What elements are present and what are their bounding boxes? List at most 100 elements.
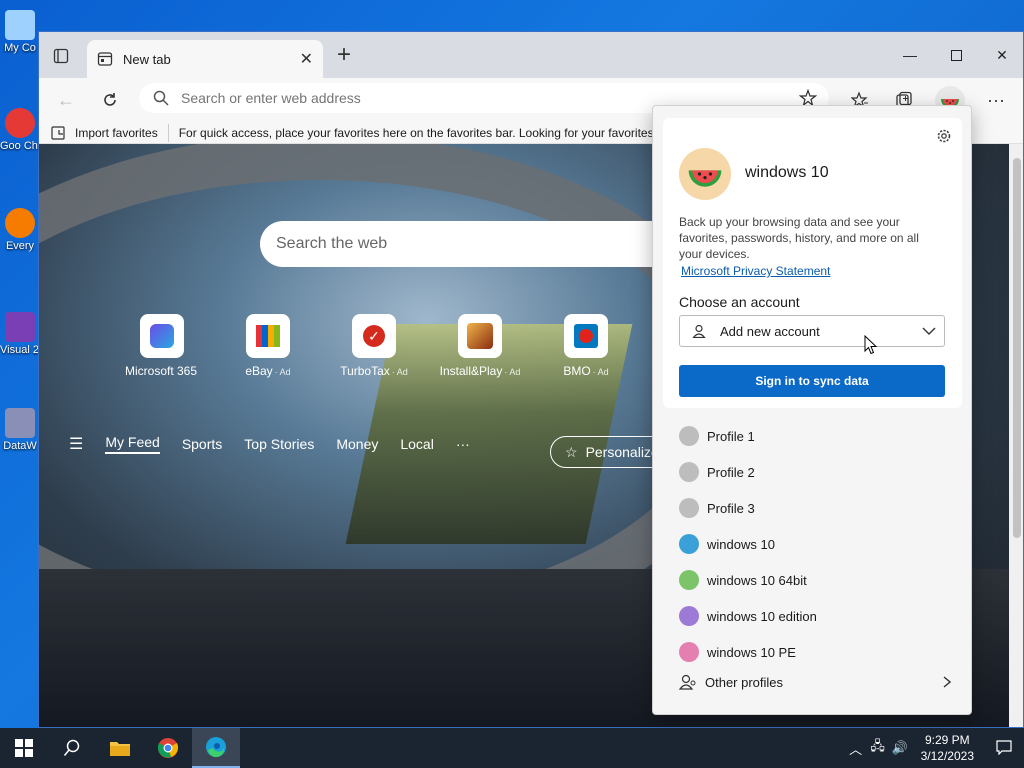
profile-list: Profile 1 Profile 2 Profile 3 windows 10… <box>653 418 971 670</box>
person-icon <box>692 324 706 338</box>
cactus-avatar-icon <box>679 570 699 590</box>
volume-icon[interactable]: 🔊 <box>889 740 911 756</box>
folder-icon <box>110 742 130 756</box>
tab-actions-icon <box>53 48 69 64</box>
desktop-icon-chrome[interactable]: Goo Chr <box>0 108 40 152</box>
search-icon <box>63 739 80 756</box>
personalize-star-icon: ☆ <box>565 443 578 460</box>
feed-tab-my-feed[interactable]: My Feed <box>105 434 160 454</box>
profile-item-windows-10-edition[interactable]: windows 10 edition <box>653 598 971 634</box>
desktop-icon-visual-studio[interactable]: Visual 20 <box>0 312 40 356</box>
choose-account-label: Choose an account <box>679 294 800 310</box>
new-tab-page-icon <box>97 52 113 66</box>
taskbar-chrome[interactable] <box>144 728 192 768</box>
close-window-button[interactable]: ✕ <box>979 40 1023 70</box>
account-select-value: Add new account <box>720 323 820 339</box>
settings-menu-button[interactable]: ··· <box>981 86 1011 114</box>
desktop-icon-datawarrior[interactable]: DataW <box>0 408 40 452</box>
start-button[interactable] <box>0 728 48 768</box>
import-icon <box>51 125 65 140</box>
profile-name: windows 10 <box>745 164 829 181</box>
windows-logo-icon <box>15 739 33 757</box>
feed-tab-local[interactable]: Local <box>400 436 433 452</box>
desktop-icon-my-computer[interactable]: My Co <box>0 10 40 54</box>
profile-flyout: windows 10 Back up your browsing data an… <box>652 105 972 715</box>
feed-more-icon[interactable]: ··· <box>456 436 470 452</box>
profile-item-profile-1[interactable]: Profile 1 <box>653 418 971 454</box>
visual-studio-icon <box>5 312 35 342</box>
default-avatar-icon <box>679 498 699 518</box>
favorites-bar-hint: For quick access, place your favorites h… <box>178 125 661 140</box>
profile-settings-gear-icon[interactable] <box>936 128 952 147</box>
quick-link-microsoft-365[interactable]: Microsoft 365 <box>109 314 215 378</box>
maximize-button[interactable] <box>933 40 979 70</box>
people-icon <box>679 674 696 690</box>
everything-icon <box>5 208 35 238</box>
feed-menu-icon[interactable]: ☰ <box>69 434 83 454</box>
chrome-icon <box>5 108 35 138</box>
sign-in-sync-button[interactable]: Sign in to sync data <box>679 365 945 397</box>
minimize-button[interactable]: — <box>887 40 933 70</box>
default-avatar-icon <box>679 462 699 482</box>
network-icon[interactable]: 🖧 <box>867 737 889 759</box>
back-button[interactable]: ← <box>51 86 81 114</box>
new-tab-button[interactable]: + <box>331 43 357 69</box>
datawarrior-icon <box>5 408 35 438</box>
watermelon-avatar-icon <box>688 170 722 187</box>
tab-actions-button[interactable] <box>49 44 73 68</box>
refresh-icon <box>104 93 116 106</box>
page-scrollbar[interactable] <box>1009 144 1023 727</box>
desktop-icon-everything[interactable]: Every <box>0 208 40 252</box>
quick-link-ebay[interactable]: eBay · Ad <box>215 314 321 378</box>
scrollbar-thumb[interactable] <box>1013 158 1021 538</box>
ebay-bag-icon <box>256 325 280 347</box>
show-hidden-icons-chevron-icon[interactable]: ︿ <box>845 739 867 758</box>
profile-item-profile-3[interactable]: Profile 3 <box>653 490 971 526</box>
feed-tab-top-stories[interactable]: Top Stories <box>244 436 314 452</box>
profile-item-windows-10[interactable]: windows 10 <box>653 526 971 562</box>
notifications-icon[interactable] <box>984 739 1024 758</box>
address-input[interactable] <box>181 90 781 106</box>
close-tab-icon[interactable]: ✕ <box>300 49 313 69</box>
feed-tab-money[interactable]: Money <box>336 436 378 452</box>
profile-card: windows 10 Back up your browsing data an… <box>663 118 962 408</box>
profile-item-profile-2[interactable]: Profile 2 <box>653 454 971 490</box>
edge-icon <box>206 737 226 758</box>
tab-title: New tab <box>123 51 171 67</box>
privacy-statement-link[interactable]: Microsoft Privacy Statement <box>681 264 830 278</box>
other-profiles-button[interactable]: Other profiles <box>679 674 951 690</box>
clock-time: 9:29 PM <box>924 733 970 747</box>
account-select[interactable]: Add new account <box>679 315 945 347</box>
chevron-right-icon <box>943 676 951 688</box>
import-favorites-button[interactable]: Import favorites <box>39 123 169 142</box>
import-favorites-label: Import favorites <box>75 125 158 140</box>
quick-links: Microsoft 365 eBay · Ad ✓ TurboTax · Ad In… <box>109 314 639 378</box>
refresh-button[interactable] <box>95 86 125 114</box>
quick-link-bmo[interactable]: BMO · Ad <box>533 314 639 378</box>
profile-item-windows-10-pe[interactable]: windows 10 PE <box>653 634 971 670</box>
web-search-placeholder: Search the web <box>276 235 388 252</box>
title-bar: New tab ✕ + — ✕ <box>39 32 1023 78</box>
taskbar-edge[interactable] <box>192 728 240 768</box>
taskbar: ︿ 🖧 🔊 9:29 PM 3/12/2023 <box>0 728 1024 768</box>
profile-avatar <box>679 148 731 200</box>
feed-navigation: ☰ My Feed Sports Top Stories Money Local… <box>69 434 492 454</box>
microsoft-365-icon <box>150 324 174 348</box>
quick-link-turbotax[interactable]: ✓ TurboTax · Ad <box>321 314 427 378</box>
web-search-box[interactable]: Search the web <box>260 221 680 267</box>
quick-link-install-play[interactable]: Install&Play · Ad <box>427 314 533 378</box>
turbotax-check-icon: ✓ <box>363 325 385 347</box>
search-icon <box>153 90 169 106</box>
tab-new-tab[interactable]: New tab ✕ <box>87 40 323 78</box>
donut-avatar-icon <box>679 642 699 662</box>
maximize-icon <box>950 49 962 61</box>
taskbar-search-button[interactable] <box>48 728 96 768</box>
feed-tab-sports[interactable]: Sports <box>182 436 222 452</box>
clock[interactable]: 9:29 PM 3/12/2023 <box>921 732 974 764</box>
install-play-game-icon <box>467 323 493 349</box>
system-tray: ︿ 🖧 🔊 9:29 PM 3/12/2023 <box>845 728 1024 768</box>
taskbar-file-explorer[interactable] <box>96 728 144 768</box>
profile-item-windows-10-64bit[interactable]: windows 10 64bit <box>653 562 971 598</box>
mouse-cursor-icon <box>864 335 878 355</box>
default-avatar-icon <box>679 426 699 446</box>
